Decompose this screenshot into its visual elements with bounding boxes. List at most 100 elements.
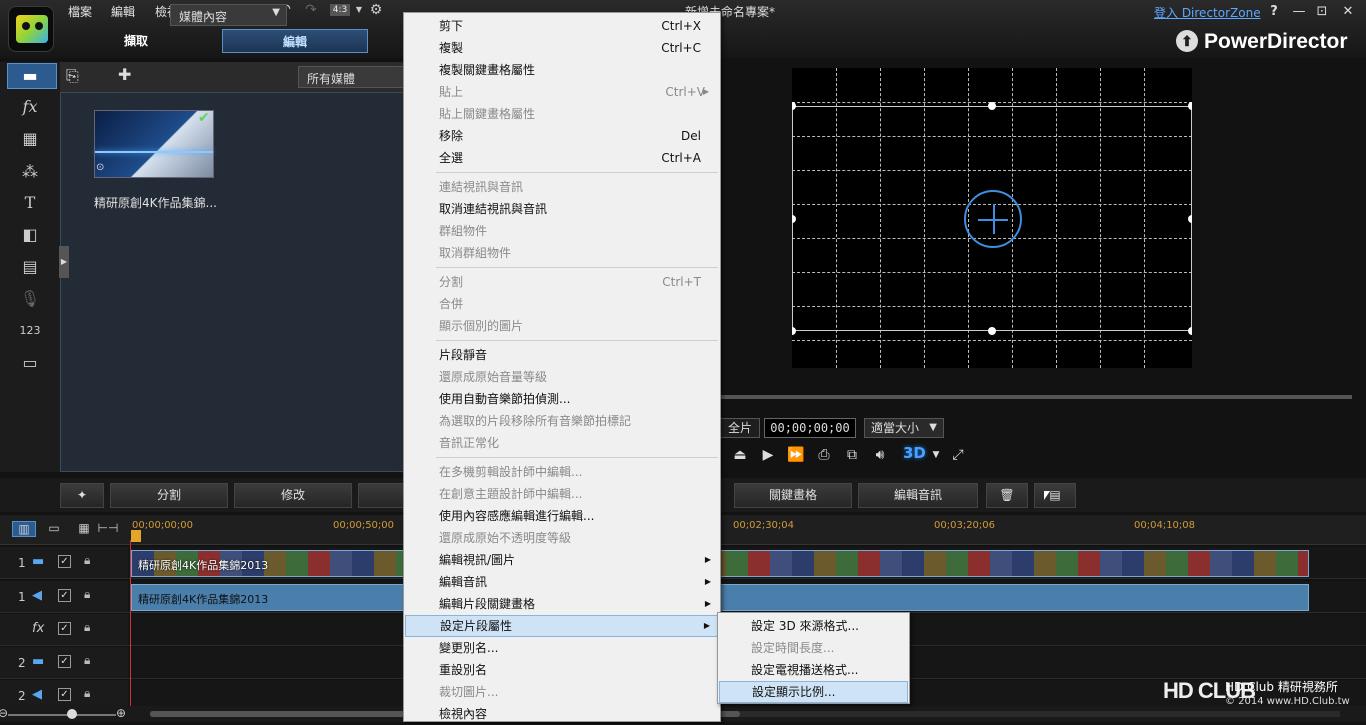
magic-tools-button[interactable]: ✦ bbox=[60, 483, 104, 508]
fit-timeline-icon[interactable]: ⊢⊣ bbox=[96, 521, 120, 537]
resize-handle[interactable] bbox=[1188, 102, 1192, 110]
context-menu-item[interactable]: 編輯視訊/圖片 ▶ bbox=[405, 549, 719, 571]
undock-preview-icon[interactable]: ⧉ bbox=[841, 445, 863, 465]
fx-icon[interactable]: fx bbox=[14, 94, 46, 120]
video-track-icon: ▬ bbox=[32, 554, 45, 569]
move-crosshair-icon[interactable] bbox=[964, 190, 1022, 248]
plugins-icon[interactable]: ✚ bbox=[118, 65, 131, 84]
play-icon[interactable]: ▶ bbox=[757, 445, 779, 465]
more-features-icon[interactable]: ▤ bbox=[1034, 483, 1076, 508]
context-menu-item[interactable]: 移除 Del bbox=[405, 125, 719, 147]
action-button-hidden[interactable] bbox=[358, 483, 408, 508]
context-menu-item[interactable]: 片段靜音 bbox=[405, 344, 719, 366]
login-link[interactable]: 登入 DirectorZone bbox=[1154, 4, 1261, 21]
context-menu-item[interactable]: 變更別名... bbox=[405, 637, 719, 659]
lock-icon[interactable]: 🔒︎ bbox=[84, 587, 90, 602]
track-enable-checkbox[interactable]: ✓ bbox=[58, 589, 71, 602]
context-menu-item[interactable]: 重設別名 bbox=[405, 659, 719, 681]
aspect-ratio-button[interactable]: 4:3 bbox=[330, 4, 350, 16]
keyframe-button[interactable]: 關鍵畫格 bbox=[734, 483, 852, 508]
fast-forward-icon[interactable]: ⏩ bbox=[785, 445, 807, 465]
timeline-view-icon[interactable]: ▥ bbox=[12, 521, 36, 537]
timeline-zoom-slider[interactable] bbox=[8, 714, 116, 716]
track-enable-checkbox[interactable]: ✓ bbox=[58, 655, 71, 668]
playhead[interactable] bbox=[131, 530, 141, 542]
import-media-icon[interactable]: ⎘ bbox=[66, 66, 79, 86]
context-menu-item[interactable]: 使用自動音樂節拍偵測... bbox=[405, 388, 719, 410]
lock-icon[interactable]: 🔒︎ bbox=[84, 620, 90, 635]
volume-icon[interactable]: 🔊︎ bbox=[869, 445, 891, 465]
audio-mixing-icon[interactable]: ▤ bbox=[14, 254, 46, 280]
context-menu-item[interactable]: 使用內容感應編輯進行編輯... bbox=[405, 505, 719, 527]
minimize-icon[interactable]: — bbox=[1290, 4, 1308, 19]
3d-dropdown-icon[interactable]: ▼ bbox=[925, 445, 947, 465]
app-logo[interactable] bbox=[8, 6, 54, 52]
zoom-slider-knob[interactable] bbox=[67, 709, 77, 719]
trash-icon[interactable]: 🗑︎ bbox=[986, 483, 1028, 508]
maximize-icon[interactable]: ⊡ bbox=[1313, 4, 1331, 19]
stop-icon[interactable]: ⏏ bbox=[729, 445, 751, 465]
3d-toggle[interactable]: 3D bbox=[903, 444, 926, 462]
menu-edit[interactable]: 編輯 bbox=[111, 3, 135, 20]
track-enable-checkbox[interactable]: ✓ bbox=[58, 555, 71, 568]
help-icon[interactable]: ? bbox=[1265, 4, 1283, 19]
context-menu-item[interactable]: 全選 Ctrl+A bbox=[405, 147, 719, 169]
submenu-item[interactable]: 設定顯示比例... bbox=[719, 681, 908, 703]
track-enable-checkbox[interactable]: ✓ bbox=[58, 622, 71, 635]
resize-handle[interactable] bbox=[988, 102, 996, 110]
transition-icon[interactable]: ◧ bbox=[14, 222, 46, 248]
settings-gear-icon[interactable]: ⚙ bbox=[367, 2, 385, 18]
media-room-icon[interactable]: ▬ bbox=[14, 63, 46, 89]
lock-icon[interactable]: 🔒︎ bbox=[84, 686, 90, 701]
collapse-panel-handle[interactable]: ▶ bbox=[59, 246, 69, 278]
split-button[interactable]: 分割 bbox=[110, 483, 228, 508]
resize-handle[interactable] bbox=[1188, 215, 1192, 223]
media-filter-dropdown[interactable]: 所有媒體 bbox=[298, 66, 406, 88]
track-manager-icon[interactable]: ▦ bbox=[72, 521, 96, 537]
library-content-dropdown[interactable]: 媒體內容 ▼ bbox=[170, 4, 287, 26]
tab-edit[interactable]: 編輯 bbox=[222, 29, 368, 53]
context-menu-item[interactable]: 設定片段屬性 ▶ bbox=[405, 615, 719, 637]
timecode-display[interactable]: 00;00;00;00 bbox=[764, 418, 856, 438]
context-menu-item[interactable]: 剪下 Ctrl+X bbox=[405, 15, 719, 37]
zoom-dropdown[interactable]: 適當大小 ▼ bbox=[864, 418, 944, 438]
zoom-out-icon[interactable]: ⊖ bbox=[0, 706, 8, 720]
submenu-item[interactable]: 設定 3D 來源格式... bbox=[719, 615, 908, 637]
close-icon[interactable]: ✕ bbox=[1339, 4, 1357, 19]
snapshot-icon[interactable]: ⎙ bbox=[813, 445, 835, 465]
redo-icon[interactable]: ↷ bbox=[302, 2, 320, 18]
edit-audio-button[interactable]: 編輯音訊 bbox=[858, 483, 978, 508]
aspect-dropdown-icon[interactable]: ▼ bbox=[350, 2, 368, 18]
upgrade-icon[interactable]: ⬆ bbox=[1176, 30, 1198, 52]
context-menu-item[interactable]: 複製 Ctrl+C bbox=[405, 37, 719, 59]
preview-mode-toggle[interactable]: 全片 bbox=[720, 418, 760, 438]
lock-icon[interactable]: 🔒︎ bbox=[84, 553, 90, 568]
chapter-icon[interactable]: 123 bbox=[14, 318, 46, 344]
media-thumbnail[interactable] bbox=[94, 110, 214, 178]
fullscreen-icon[interactable]: ⤢ bbox=[947, 445, 969, 465]
subtitle-icon[interactable]: ▭ bbox=[14, 350, 46, 376]
track-enable-checkbox[interactable]: ✓ bbox=[58, 688, 71, 701]
resize-handle[interactable] bbox=[1188, 327, 1192, 335]
tab-capture[interactable]: 擷取 bbox=[66, 29, 206, 53]
timeline-scrollbar[interactable] bbox=[150, 711, 1340, 717]
pip-icon[interactable]: ▦ bbox=[14, 126, 46, 152]
resize-handle[interactable] bbox=[988, 327, 996, 335]
resize-handle[interactable] bbox=[792, 327, 796, 335]
zoom-in-icon[interactable]: ⊕ bbox=[116, 706, 126, 720]
preview-screen[interactable] bbox=[792, 68, 1192, 368]
modify-button[interactable]: 修改 bbox=[234, 483, 352, 508]
storyboard-view-icon[interactable]: ▭ bbox=[42, 521, 66, 537]
menu-file[interactable]: 檔案 bbox=[68, 3, 92, 20]
submenu-item[interactable]: 設定電視播送格式... bbox=[719, 659, 908, 681]
context-menu-item[interactable]: 編輯音訊 ▶ bbox=[405, 571, 719, 593]
lock-icon[interactable]: 🔒︎ bbox=[84, 653, 90, 668]
context-menu-item[interactable]: 取消連結視訊與音訊 bbox=[405, 198, 719, 220]
preview-seekbar[interactable] bbox=[720, 395, 1352, 399]
context-menu-item[interactable]: 編輯片段關鍵畫格 ▶ bbox=[405, 593, 719, 615]
voice-over-icon[interactable]: 🎙︎ bbox=[14, 286, 46, 312]
particle-icon[interactable]: ⁂ bbox=[14, 159, 46, 185]
context-menu-item[interactable]: 複製關鍵畫格屬性 bbox=[405, 59, 719, 81]
brand-label[interactable]: ⬆ PowerDirector bbox=[1176, 30, 1366, 54]
title-icon[interactable]: T bbox=[14, 190, 46, 216]
